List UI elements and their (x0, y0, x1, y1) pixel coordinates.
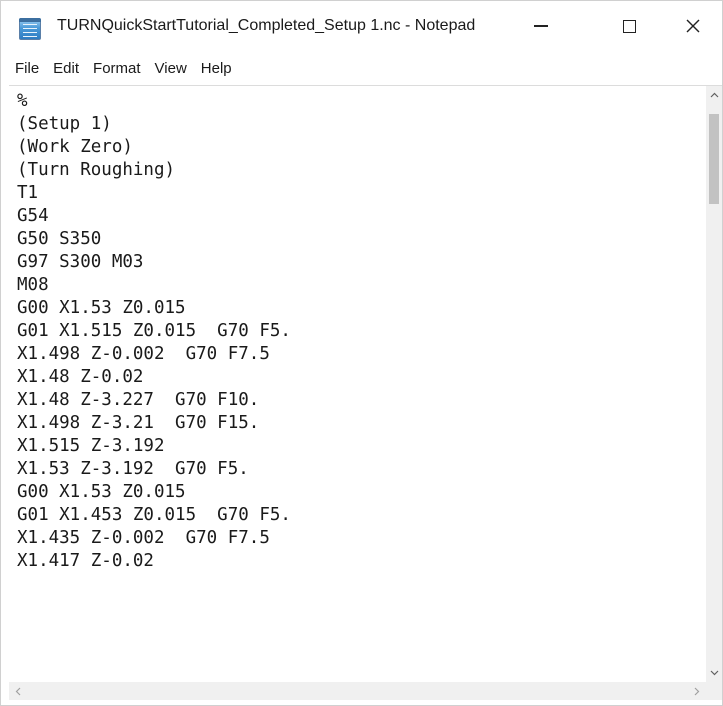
menu-view[interactable]: View (155, 60, 187, 77)
menu-help[interactable]: Help (201, 60, 232, 77)
code-line: (Setup 1) (17, 114, 112, 134)
scroll-up-arrow-icon[interactable] (706, 86, 722, 104)
close-icon (686, 19, 700, 33)
text-editor[interactable]: % (Setup 1) (Work Zero) (Turn Roughing) T1 G5… (9, 86, 703, 682)
code-line: X1.53 Z-3.192 G70 F5. (17, 459, 249, 479)
code-line: X1.417 Z-0.02 (17, 551, 154, 571)
code-line: X1.498 Z-0.002 G70 F7.5 (17, 344, 270, 364)
menu-edit[interactable]: Edit (53, 60, 79, 77)
menu-format[interactable]: Format (93, 60, 141, 77)
scroll-down-arrow-icon[interactable] (706, 664, 722, 682)
maximize-button[interactable] (603, 1, 655, 51)
code-line: X1.48 Z-3.227 G70 F10. (17, 390, 260, 410)
scroll-left-arrow-icon[interactable] (9, 682, 27, 700)
close-button[interactable] (667, 1, 719, 51)
scrollbar-corner (706, 682, 722, 700)
minimize-icon (534, 25, 548, 27)
notepad-window: TURNQuickStartTutorial_Completed_Setup 1… (0, 0, 723, 706)
notepad-icon (19, 18, 41, 40)
editor-area: % (Setup 1) (Work Zero) (Turn Roughing) T1 G5… (9, 85, 722, 705)
code-line: % (17, 91, 28, 111)
title-bar[interactable]: TURNQuickStartTutorial_Completed_Setup 1… (1, 1, 722, 51)
code-line: X1.498 Z-3.21 G70 F15. (17, 413, 260, 433)
code-line: X1.48 Z-0.02 (17, 367, 144, 387)
vertical-scrollbar[interactable] (706, 86, 722, 682)
code-line: G97 S300 M03 (17, 252, 144, 272)
code-line: G00 X1.53 Z0.015 (17, 298, 186, 318)
horizontal-scrollbar[interactable] (9, 682, 706, 700)
menu-file[interactable]: File (15, 60, 39, 77)
window-title: TURNQuickStartTutorial_Completed_Setup 1… (57, 17, 476, 34)
menu-bar: File Edit Format View Help (1, 53, 722, 83)
code-line: (Work Zero) (17, 137, 133, 157)
code-line: X1.515 Z-3.192 (17, 436, 165, 456)
maximize-icon (622, 19, 636, 33)
scroll-right-arrow-icon[interactable] (688, 682, 706, 700)
code-line: G50 S350 (17, 229, 102, 249)
code-line: T1 (17, 183, 39, 203)
code-line: G01 X1.453 Z0.015 G70 F5. (17, 505, 291, 525)
code-line: M08 (17, 275, 49, 295)
code-line: X1.435 Z-0.002 G70 F7.5 (17, 528, 270, 548)
code-line: G00 X1.53 Z0.015 (17, 482, 186, 502)
code-line: G54 (17, 206, 49, 226)
vertical-scroll-thumb[interactable] (709, 114, 719, 204)
code-line: (Turn Roughing) (17, 160, 176, 180)
minimize-button[interactable] (515, 1, 567, 51)
code-line: G01 X1.515 Z0.015 G70 F5. (17, 321, 291, 341)
